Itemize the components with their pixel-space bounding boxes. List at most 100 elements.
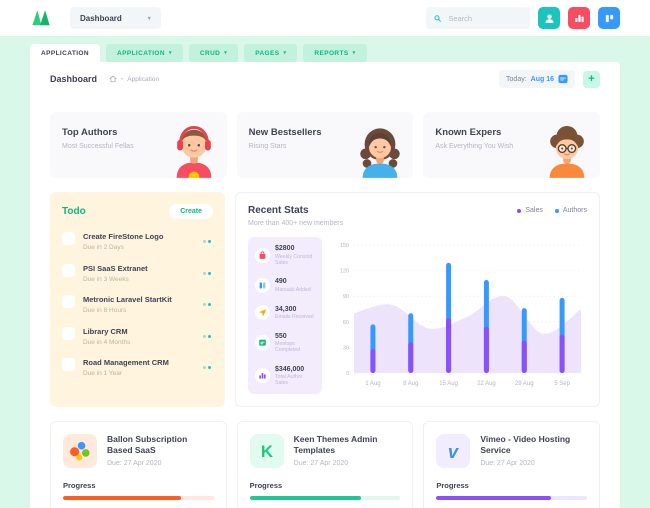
svg-text:5 Sep: 5 Sep	[554, 381, 570, 387]
todo-item: Metronic Laravel StartKit Due in 8 Hours	[62, 295, 213, 314]
todo-checkbox[interactable]	[62, 295, 75, 308]
progress-label: Progress	[250, 481, 401, 490]
todo-checkbox[interactable]	[62, 232, 75, 245]
project-title: Vimeo - Video Hosting Service	[480, 434, 587, 457]
top-bar: Dashboard ▾	[0, 0, 650, 36]
todo-item-due: Due in 1 Year	[83, 370, 169, 377]
project-due-date: Due: 27 Apr 2020	[107, 460, 214, 467]
svg-text:120: 120	[340, 269, 349, 275]
info-card-new-bestsellers[interactable]: New Bestsellers Rising Stars	[237, 112, 414, 178]
more-options-icon[interactable]	[201, 364, 214, 371]
stat-value: 550	[275, 333, 315, 340]
tab-label: CRUD	[200, 50, 220, 57]
tab-application-1[interactable]: APPLICATION▾	[106, 44, 183, 62]
user-button[interactable]	[538, 7, 560, 29]
more-options-icon[interactable]	[201, 333, 214, 340]
calendar-icon	[558, 74, 568, 84]
info-card-known-expers[interactable]: Known Expers Ask Everything You Wish	[423, 112, 600, 178]
today-date-chip[interactable]: Today: Aug 16	[499, 70, 575, 88]
todo-item-due: Due in 3 Weeks	[83, 276, 148, 283]
more-options-icon[interactable]	[201, 270, 214, 277]
stat-value: $2800	[275, 245, 315, 252]
bar-chart-button[interactable]	[568, 7, 590, 29]
info-card-top-authors[interactable]: Top Authors Most Successful Fellas	[50, 112, 227, 178]
tab-crud-2[interactable]: CRUD ▾	[189, 44, 238, 62]
chart-area: 15012090603001 Aug8 Aug15 Aug22 Aug29 Au…	[334, 237, 587, 394]
stats-panel: $2800 Weekly Consold Sales 490 Manuals A…	[248, 237, 322, 394]
more-options-icon[interactable]	[201, 238, 214, 245]
search-box[interactable]	[426, 7, 530, 29]
app-logo-icon[interactable]	[30, 8, 52, 28]
progress-bar	[250, 496, 401, 500]
calendar-icon	[258, 338, 267, 347]
todo-item: PSI SaaS Extranet Due in 3 Weeks	[62, 264, 213, 283]
todo-item-title: PSI SaaS Extranet	[83, 264, 148, 273]
project-due-date: Due: 27 Apr 2020	[294, 460, 401, 467]
chevron-down-icon: ▾	[224, 50, 227, 56]
project-title: Ballon Subscription Based SaaS	[107, 434, 214, 457]
main-container: Dashboard • Application Today: Aug 16 + …	[30, 62, 620, 508]
chart-bars-icon	[258, 371, 267, 380]
chevron-down-icon: ▾	[148, 15, 151, 22]
tab-pages-3[interactable]: PAGES▾	[244, 44, 297, 62]
search-input[interactable]	[446, 13, 522, 24]
tab-application-0[interactable]: APPLICATION	[30, 44, 100, 62]
chart-legend: Sales Authors	[517, 205, 587, 214]
svg-text:0: 0	[346, 371, 349, 377]
project-title: Keen Themes Admin Templates	[294, 434, 401, 457]
svg-text:29 Aug: 29 Aug	[515, 381, 534, 387]
chevron-down-icon: ▾	[353, 50, 356, 56]
svg-text:15 Aug: 15 Aug	[439, 381, 458, 387]
svg-text:K: K	[261, 442, 273, 461]
recent-stats-card: Recent Stats More than 400+ new members …	[235, 192, 600, 407]
todo-checkbox[interactable]	[62, 327, 75, 340]
girl-avatar	[355, 122, 405, 178]
progress-label: Progress	[436, 481, 587, 490]
legend-item-sales: Sales	[517, 207, 543, 214]
progress-bar-fill	[250, 496, 361, 500]
send-icon	[258, 308, 267, 317]
legend-label: Sales	[525, 207, 543, 214]
stat-value: $346,000	[275, 366, 315, 373]
tab-label: APPLICATION	[41, 50, 89, 57]
stat-row: 550 Meetups Completed	[255, 333, 315, 354]
svg-text:22 Aug: 22 Aug	[477, 381, 496, 387]
tab-reports-4[interactable]: REPORTS ▾	[303, 44, 366, 62]
progress-bar	[63, 496, 214, 500]
search-icon	[434, 14, 441, 23]
todo-item-due: Due in 4 Months	[83, 339, 130, 346]
info-cards-row: Top Authors Most Successful Fellas New B…	[50, 112, 600, 178]
keenthemes-logo-icon: K	[254, 438, 280, 464]
todo-checkbox[interactable]	[62, 264, 75, 277]
legend-item-authors: Authors	[555, 207, 587, 214]
breadcrumb-path[interactable]: Application	[127, 76, 159, 83]
project-card-keen[interactable]: K Keen Themes Admin Templates Due: 27 Ap…	[237, 421, 414, 508]
stat-label: Emails Received	[275, 314, 314, 320]
breadcrumb: Dashboard • Application Today: Aug 16 +	[30, 62, 620, 96]
todo-checkbox[interactable]	[62, 358, 75, 371]
today-value: Aug 16	[531, 76, 554, 83]
app-menu-dropdown[interactable]: Dashboard ▾	[70, 7, 161, 29]
tab-label: REPORTS	[314, 50, 348, 57]
project-card-vimeo[interactable]: v Vimeo - Video Hosting Service Due: 27 …	[423, 421, 600, 508]
svg-text:8 Aug: 8 Aug	[403, 381, 418, 387]
project-card-ballon[interactable]: Ballon Subscription Based SaaS Due: 27 A…	[50, 421, 227, 508]
more-options-icon[interactable]	[201, 301, 214, 308]
recent-stats-subtitle: More than 400+ new members	[248, 220, 343, 227]
home-icon[interactable]	[109, 75, 117, 83]
topbar-action-buttons	[530, 7, 620, 29]
create-button[interactable]: Create	[169, 204, 213, 219]
svg-text:150: 150	[340, 243, 349, 249]
bar-chart-icon	[574, 13, 585, 24]
svg-text:30: 30	[343, 345, 349, 351]
svg-text:60: 60	[343, 320, 349, 326]
boy-with-headphones-avatar	[169, 122, 219, 178]
todo-title: Todo	[62, 206, 86, 217]
app-menu-label: Dashboard	[80, 14, 122, 23]
todo-item-title: Create FireStone Logo	[83, 232, 163, 241]
columns-button[interactable]	[598, 7, 620, 29]
add-button[interactable]: +	[583, 71, 600, 88]
projects-row: Ballon Subscription Based SaaS Due: 27 A…	[50, 421, 600, 508]
progress-bar	[436, 496, 587, 500]
todo-item: Road Management CRM Due in 1 Year	[62, 358, 213, 377]
